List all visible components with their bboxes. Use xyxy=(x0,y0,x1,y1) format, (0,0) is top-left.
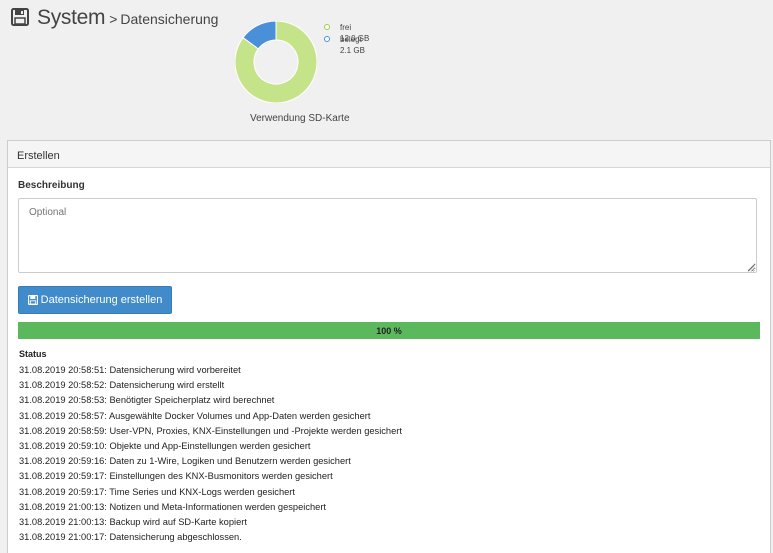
create-backup-panel: Erstellen Beschreibung Datensicherung er… xyxy=(7,140,771,553)
legend-dot-free xyxy=(324,24,330,30)
chart-legend: frei 12.0 GB belegt 2.1 GB xyxy=(324,22,369,57)
backup-progress-bar: 100 % xyxy=(18,322,760,339)
create-backup-button-label: Datensicherung erstellen xyxy=(40,294,163,306)
status-log-line: 31.08.2019 20:59:17: Einstellungen des K… xyxy=(19,471,333,482)
legend-item-used: belegt 2.1 GB xyxy=(324,34,369,57)
sd-card-usage-donut-chart xyxy=(235,21,317,103)
status-log-line: 31.08.2019 21:00:13: Notizen und Meta-In… xyxy=(19,501,327,512)
status-log-line: 31.08.2019 20:58:52: Datensicherung wird… xyxy=(19,380,225,391)
breadcrumb: System > Datensicherung xyxy=(11,6,218,30)
legend-label-free: frei xyxy=(340,23,352,32)
create-backup-button[interactable]: Datensicherung erstellen xyxy=(18,286,172,314)
legend-dot-used xyxy=(324,36,330,42)
status-label: Status xyxy=(19,349,47,359)
progress-fill: 100 % xyxy=(18,322,760,339)
status-log: 31.08.2019 20:58:51: Datensicherung wird… xyxy=(19,363,402,545)
floppy-disk-icon xyxy=(11,8,29,26)
progress-label: 100 % xyxy=(376,325,402,336)
page-title: System xyxy=(37,6,106,29)
status-log-line: 31.08.2019 20:59:16: Daten zu 1-Wire, Lo… xyxy=(19,456,351,467)
status-log-line: 31.08.2019 20:58:51: Datensicherung wird… xyxy=(19,365,241,375)
description-input[interactable] xyxy=(18,198,757,273)
page-subtitle: Datensicherung xyxy=(120,11,219,27)
panel-heading: Erstellen xyxy=(8,141,770,168)
legend-label-used: belegt xyxy=(340,35,362,44)
legend-value-used: 2.1 GB xyxy=(340,46,365,55)
status-log-line: 31.08.2019 21:00:17: Datensicherung abge… xyxy=(19,532,242,543)
floppy-disk-icon xyxy=(27,295,38,305)
resize-handle-icon[interactable] xyxy=(748,265,755,272)
description-label: Beschreibung xyxy=(18,180,85,191)
chart-caption: Verwendung SD-Karte xyxy=(250,113,350,124)
breadcrumb-separator: > xyxy=(109,11,118,27)
status-log-line: 31.08.2019 20:58:53: Benötigter Speicher… xyxy=(19,395,275,406)
status-log-line: 31.08.2019 20:59:17: Time Series und KNX… xyxy=(19,486,295,497)
page-header: System > Datensicherung frei 12.0 GB bel… xyxy=(0,0,773,140)
status-log-line: 31.08.2019 20:59:10: Objekte und App-Ein… xyxy=(19,441,311,452)
status-log-line: 31.08.2019 21:00:13: Backup wird auf SD-… xyxy=(19,517,247,528)
status-log-line: 31.08.2019 20:58:57: Ausgewählte Docker … xyxy=(19,410,371,421)
status-log-line: 31.08.2019 20:58:59: User-VPN, Proxies, … xyxy=(19,425,402,436)
